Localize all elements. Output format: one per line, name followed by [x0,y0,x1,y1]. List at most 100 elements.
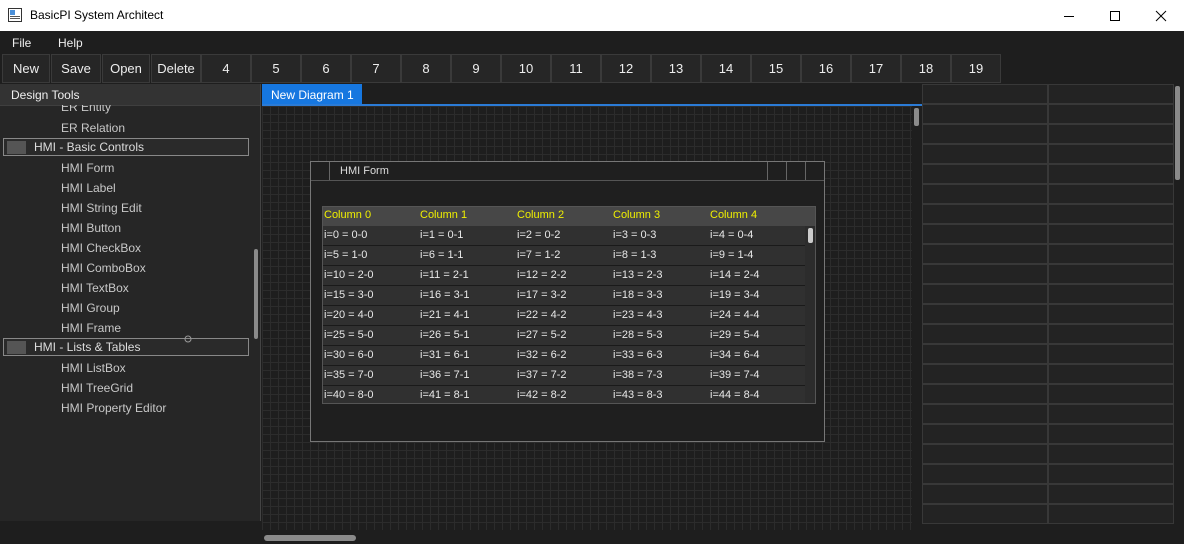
grid-cell[interactable] [1048,304,1174,324]
grid-cell[interactable] [1048,384,1174,404]
column-header-4[interactable]: Column 4 [710,209,757,221]
tree-item-er-relation[interactable]: ER Relation [61,121,125,135]
tree-item-hmi-button[interactable]: HMI Button [61,221,121,235]
maximize-button[interactable] [1092,0,1138,31]
grid-cell[interactable] [1048,404,1174,424]
canvas-vertical-scrollbar[interactable] [914,108,919,126]
toolbar-button-12[interactable]: 12 [601,54,651,83]
grid-cell[interactable] [922,224,1048,244]
grid-cell[interactable] [922,164,1048,184]
grid-cell[interactable] [922,504,1048,524]
grid-cell[interactable] [1048,184,1174,204]
toolbar-button-6[interactable]: 6 [301,54,351,83]
grid-cell[interactable] [922,124,1048,144]
toolbar-button-10[interactable]: 10 [501,54,551,83]
menu-help[interactable]: Help [58,36,83,50]
toolbar-button-9[interactable]: 9 [451,54,501,83]
grid-cell[interactable] [922,284,1048,304]
column-header-3[interactable]: Column 3 [613,209,660,221]
grid-cell[interactable] [1048,444,1174,464]
grid-cell[interactable] [1048,204,1174,224]
table-row[interactable]: i=40 = 8-0 i=41 = 8-1 i=42 = 8-2 i=43 = 8-3… [323,386,805,403]
column-header-2[interactable]: Column 2 [517,209,564,221]
open-button[interactable]: Open [102,54,150,83]
table-row[interactable]: i=20 = 4-0 i=21 = 4-1 i=22 = 4-2 i=23 = 4-3… [323,306,805,326]
grid-cell[interactable] [1048,484,1174,504]
grid-cell[interactable] [1048,284,1174,304]
grid-cell[interactable] [1048,464,1174,484]
toolbar-button-19[interactable]: 19 [951,54,1001,83]
grid-cell[interactable] [922,344,1048,364]
grid-cell[interactable] [1048,364,1174,384]
grid-cell[interactable] [1048,144,1174,164]
toolbar-button-17[interactable]: 17 [851,54,901,83]
toolbar-button-8[interactable]: 8 [401,54,451,83]
grid-cell[interactable] [922,424,1048,444]
column-header-0[interactable]: Column 0 [324,209,371,221]
tree-item-hmi-frame[interactable]: HMI Frame [61,321,121,335]
grid-cell[interactable] [922,484,1048,504]
resize-handle-icon[interactable] [184,335,192,343]
minimize-button[interactable] [1046,0,1092,31]
grid-cell[interactable] [1048,164,1174,184]
grid-cell[interactable] [922,404,1048,424]
grid-cell[interactable] [1048,104,1174,124]
grid-cell[interactable] [922,184,1048,204]
grid-cell[interactable] [1048,324,1174,344]
grid-cell[interactable] [922,304,1048,324]
tree-item-hmi-group[interactable]: HMI Group [61,301,120,315]
tree-item-hmi-property-editor[interactable]: HMI Property Editor [61,401,166,415]
toolbar-button-15[interactable]: 15 [751,54,801,83]
grid-cell[interactable] [922,104,1048,124]
grid-cell[interactable] [1048,124,1174,144]
tree-group-lists-tables[interactable]: HMI - Lists & Tables [3,338,249,356]
toolbar-button-13[interactable]: 13 [651,54,701,83]
toolbar-button-16[interactable]: 16 [801,54,851,83]
table-row[interactable]: i=35 = 7-0 i=36 = 7-1 i=37 = 7-2 i=38 = 7-3… [323,366,805,386]
grid-cell[interactable] [1048,84,1174,104]
toolbar-button-7[interactable]: 7 [351,54,401,83]
grid-cell[interactable] [922,244,1048,264]
tree-item-hmi-treegrid[interactable]: HMI TreeGrid [61,381,133,395]
canvas-horizontal-scrollbar[interactable] [264,535,356,541]
tree-item-hmi-label[interactable]: HMI Label [61,181,116,195]
tree-item-hmi-textbox[interactable]: HMI TextBox [61,281,129,295]
toolbar-button-18[interactable]: 18 [901,54,951,83]
close-button[interactable] [1138,0,1184,31]
table-row[interactable]: i=0 = 0-0 i=1 = 0-1 i=2 = 0-2 i=3 = 0-3 i=4 … [323,226,805,246]
toolbar-button-4[interactable]: 4 [201,54,251,83]
grid-cell[interactable] [922,384,1048,404]
grid-cell[interactable] [1048,344,1174,364]
grid-cell[interactable] [1048,504,1174,524]
grid-cell[interactable] [922,264,1048,284]
grid-cell[interactable] [1048,424,1174,444]
table-row[interactable]: i=5 = 1-0 i=6 = 1-1 i=7 = 1-2 i=8 = 1-3 i=9 … [323,246,805,266]
tab-new-diagram-1[interactable]: New Diagram 1 [262,84,362,104]
grid-cell[interactable] [922,204,1048,224]
grid-cell[interactable] [922,464,1048,484]
hmi-form-titlebar[interactable]: HMI Form [311,162,824,181]
grid-cell[interactable] [1048,224,1174,244]
tree-item-er-entity[interactable]: ER Entity [61,105,111,114]
tree-item-hmi-form[interactable]: HMI Form [61,161,114,175]
grid-cell[interactable] [1048,244,1174,264]
tree-item-hmi-checkbox[interactable]: HMI CheckBox [61,241,141,255]
design-tools-scrollbar[interactable] [254,249,258,339]
properties-scrollbar[interactable] [1175,86,1180,180]
grid-cell[interactable] [922,444,1048,464]
grid-cell[interactable] [922,144,1048,164]
table-row[interactable]: i=25 = 5-0 i=26 = 5-1 i=27 = 5-2 i=28 = 5-3… [323,326,805,346]
hmi-table[interactable]: Column 0 Column 1 Column 2 Column 3 Colu… [322,206,816,404]
grid-cell[interactable] [922,364,1048,384]
new-button[interactable]: New [2,54,50,83]
tree-item-hmi-string-edit[interactable]: HMI String Edit [61,201,142,215]
tree-item-hmi-listbox[interactable]: HMI ListBox [61,361,126,375]
delete-button[interactable]: Delete [151,54,201,83]
column-header-1[interactable]: Column 1 [420,209,467,221]
menu-file[interactable]: File [12,36,31,50]
table-scrollbar[interactable] [808,228,813,243]
toolbar-button-11[interactable]: 11 [551,54,601,83]
save-button[interactable]: Save [51,54,101,83]
toolbar-button-14[interactable]: 14 [701,54,751,83]
tree-group-basic-controls[interactable]: HMI - Basic Controls [3,138,249,156]
